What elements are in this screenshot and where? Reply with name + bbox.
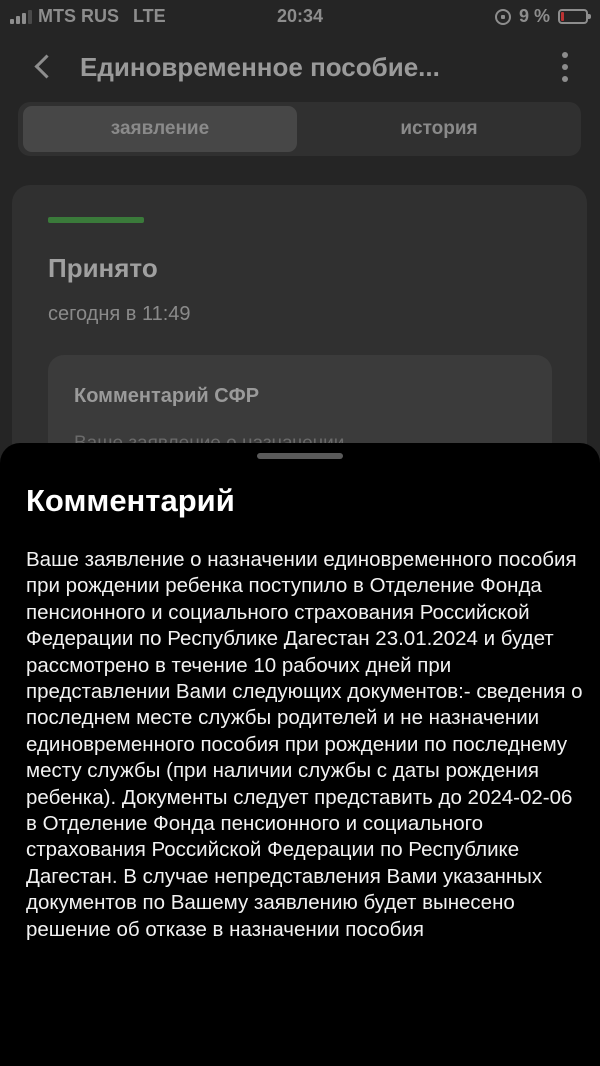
status-date: сегодня в 11:49 [48, 303, 191, 325]
status-accent-line [48, 217, 144, 223]
orientation-lock-icon [494, 8, 511, 25]
comment-bottom-sheet: Комментарий Ваше заявление о назначении … [0, 443, 600, 1066]
status-bar: MTS RUS LTE 20:34 9 % [0, 0, 600, 34]
status-right: 9 % [494, 6, 591, 27]
header: Единовременное пособие... [0, 44, 600, 94]
more-options-icon[interactable] [560, 52, 570, 82]
sheet-drag-handle[interactable] [257, 453, 343, 459]
battery-icon [558, 9, 591, 24]
page-title: Единовременное пособие... [80, 52, 440, 82]
tab-history[interactable]: история [302, 106, 576, 152]
battery-percent: 9 % [518, 6, 550, 26]
back-icon[interactable] [30, 52, 60, 82]
tab-bar: заявление история [18, 102, 581, 156]
sheet-title: Комментарий [26, 483, 235, 518]
status-title: Принято [48, 253, 158, 283]
comment-preview-title: Комментарий СФР [74, 385, 260, 407]
sheet-comment-text: Ваше заявление о назначении единовременн… [26, 548, 583, 941]
tab-application[interactable]: заявление [23, 106, 297, 152]
status-card: Принято сегодня в 11:49 Комментарий СФР … [12, 185, 587, 495]
